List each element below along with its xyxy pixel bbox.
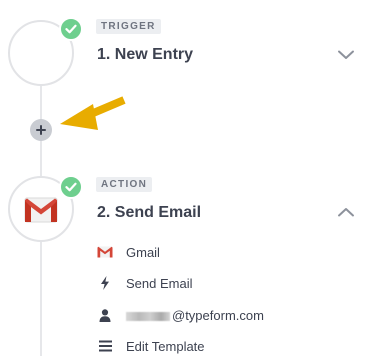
gmail-icon [24, 197, 58, 223]
detail-row-account[interactable]: @typeform.com [96, 305, 264, 325]
detail-row-template[interactable]: Edit Template [96, 336, 205, 356]
detail-label-app: Gmail [126, 244, 160, 260]
action-badge: ACTION [96, 177, 153, 192]
bolt-icon [96, 275, 114, 291]
account-email-domain: @typeform.com [172, 307, 264, 323]
trigger-badge: TRIGGER [96, 19, 161, 34]
gmail-icon [96, 244, 114, 260]
trigger-step-title[interactable]: 1. New Entry [97, 46, 193, 64]
check-icon [59, 175, 83, 199]
check-icon [59, 17, 83, 41]
chevron-up-icon[interactable] [337, 205, 355, 217]
detail-label-template: Edit Template [126, 338, 205, 354]
arrow-icon [60, 96, 126, 130]
plus-icon [36, 125, 46, 135]
lines-icon [96, 338, 114, 354]
detail-row-event[interactable]: Send Email [96, 273, 192, 293]
add-step-button[interactable] [30, 119, 52, 141]
detail-label-event: Send Email [126, 275, 193, 291]
redacted-email-prefix [126, 311, 170, 321]
action-step-title[interactable]: 2. Send Email [97, 204, 201, 222]
detail-row-app[interactable]: Gmail [96, 242, 160, 262]
chevron-down-icon[interactable] [337, 48, 355, 60]
person-icon [96, 307, 114, 323]
detail-label-account: @typeform.com [126, 308, 264, 323]
